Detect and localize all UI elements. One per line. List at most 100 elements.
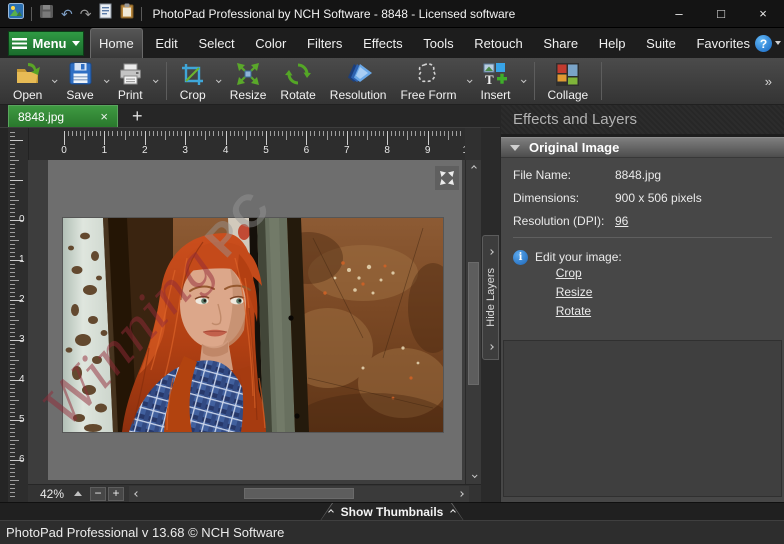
insert-dropdown[interactable] [518,59,528,103]
property-label: File Name: [513,168,572,182]
scroll-right-arrow[interactable] [453,486,469,502]
rotate-link[interactable]: Rotate [556,304,593,318]
document-tab-label: 8848.jpg [18,109,65,124]
new-tab-button[interactable]: + [132,107,143,125]
quick-save-icon[interactable] [39,4,54,24]
image-properties: File Name: 8848.jpg Dimensions: 900 x 50… [501,158,784,250]
svg-text:T: T [485,72,494,87]
open-button[interactable]: Open [6,59,49,103]
toolbar-separator [165,62,167,100]
tab-tools[interactable]: Tools [415,28,461,58]
tab-filters[interactable]: Filters [299,28,350,58]
toolbar-overflow-button[interactable]: » [759,74,778,89]
open-folder-icon [14,61,42,88]
menubar: Menu Home Edit Select Color Filters Effe… [0,28,784,58]
thumbnails-bar: Show Thumbnails [0,502,784,521]
document-tab-strip: 8848.jpg × + [0,105,500,128]
photo-image[interactable] [62,217,444,433]
tab-edit[interactable]: Edit [147,28,185,58]
minimize-button[interactable]: – [658,0,700,28]
chevron-right-icon [487,336,494,354]
canvas-viewport[interactable] [28,160,465,484]
fullscreen-button[interactable] [435,166,459,190]
original-image-section[interactable]: Original Image [501,137,784,158]
freeform-button[interactable]: Free Form [393,59,463,103]
layers-list-area[interactable] [503,340,782,497]
tab-select[interactable]: Select [190,28,242,58]
property-label: Dimensions: [513,191,580,205]
tab-favorites[interactable]: Favorites [688,28,757,58]
hide-layers-tab[interactable]: Hide Layers [482,235,499,360]
maximize-button[interactable]: □ [700,0,742,28]
close-button[interactable]: × [742,0,784,28]
panel-collapse-strip: Hide Layers [481,128,500,502]
tab-color[interactable]: Color [247,28,294,58]
open-dropdown[interactable] [49,59,59,103]
save-button[interactable]: Save [59,59,100,103]
property-row: Resolution (DPI): 96 [513,214,772,228]
tab-suite[interactable]: Suite [638,28,684,58]
chevron-down-icon[interactable] [775,41,781,45]
copy-icon[interactable] [98,3,113,24]
freeform-icon [415,61,441,88]
collage-button[interactable]: Collage [541,59,596,103]
paste-icon[interactable] [120,3,134,24]
resize-icon [235,61,261,88]
menu-button-label: Menu [32,36,67,51]
document-tab[interactable]: 8848.jpg × [8,105,118,127]
show-thumbnails-label: Show Thumbnails [340,504,444,519]
toolbar-separator [601,62,603,100]
horizontal-scrollbar[interactable] [129,485,469,502]
insert-icon: T [483,61,509,88]
printer-icon [118,61,143,88]
crop-dropdown[interactable] [213,59,223,103]
zoom-spinner-icon[interactable] [74,491,82,496]
save-dropdown[interactable] [101,59,111,103]
scroll-left-arrow[interactable] [129,486,145,502]
property-row: File Name: 8848.jpg [513,168,772,182]
resize-button[interactable]: Resize [223,59,274,103]
redo-icon[interactable]: ↷ [80,7,92,21]
status-text: PhotoPad Professional v 13.68 © NCH Soft… [6,525,285,540]
resize-link[interactable]: Resize [556,285,593,299]
vertical-scrollbar[interactable] [465,160,481,484]
freeform-dropdown[interactable] [464,59,474,103]
help-icon[interactable]: ? [755,35,772,52]
tab-effects[interactable]: Effects [355,28,411,58]
menu-button[interactable]: Menu [8,31,84,56]
scroll-up-arrow[interactable] [466,160,481,176]
titlebar-separator [141,6,143,21]
print-dropdown[interactable] [150,59,160,103]
crop-button[interactable]: Crop [173,59,213,103]
crop-link[interactable]: Crop [556,266,593,280]
tab-home[interactable]: Home [90,28,143,58]
toolbar-separator [533,62,535,100]
print-button[interactable]: Print [111,59,150,103]
tab-retouch[interactable]: Retouch [466,28,530,58]
insert-button[interactable]: T Insert [474,59,518,103]
dpi-link[interactable]: 96 [615,214,628,228]
rotate-button[interactable]: Rotate [273,59,322,103]
zoom-level[interactable]: 42% [40,487,74,501]
undo-icon[interactable]: ↶ [61,7,73,21]
hide-layers-label: Hide Layers [484,268,497,327]
zoom-in-button[interactable]: + [108,486,124,501]
info-icon: i [513,250,528,265]
scroll-down-arrow[interactable] [466,468,481,484]
property-label: Resolution (DPI): [513,214,605,228]
resolution-button[interactable]: Resolution [323,59,394,103]
section-title: Original Image [529,140,620,155]
show-thumbnails-tab[interactable]: Show Thumbnails [320,503,464,521]
horizontal-ruler: 012345678910 [28,128,465,160]
horizontal-scroll-thumb[interactable] [244,487,354,499]
tab-help[interactable]: Help [591,28,634,58]
tab-close-icon[interactable]: × [100,110,108,123]
statusbar: PhotoPad Professional v 13.68 © NCH Soft… [0,520,784,544]
chevron-up-icon [450,508,457,515]
panel-title: Effects and Layers [501,105,784,137]
zoom-out-button[interactable]: − [90,486,106,501]
tab-share[interactable]: Share [535,28,586,58]
chevron-down-icon [72,41,81,46]
property-row: Dimensions: 900 x 506 pixels [513,191,772,205]
vertical-scroll-thumb[interactable] [468,262,479,385]
